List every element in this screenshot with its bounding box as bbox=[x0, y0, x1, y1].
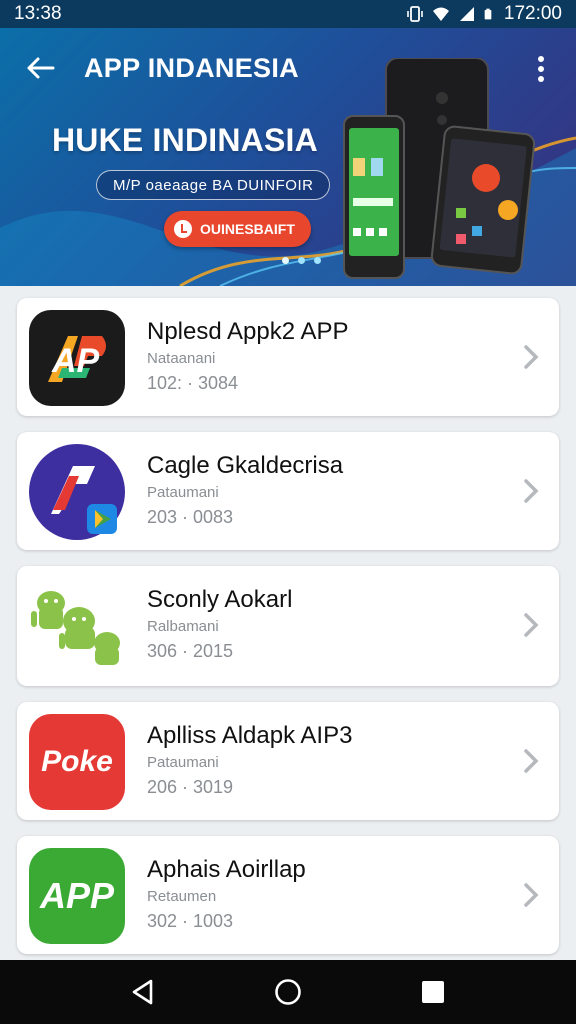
nav-recents-button[interactable] bbox=[408, 967, 458, 1017]
status-clock-right: 172:00 bbox=[503, 3, 562, 24]
page-title: APP INDANESIA bbox=[84, 52, 299, 83]
list-item-app[interactable]: Sconly Aokarl Ralbamani 306 · 2015 bbox=[17, 566, 559, 686]
vibrate-icon bbox=[407, 6, 423, 22]
svg-text:AP: AP bbox=[51, 342, 100, 380]
signal-icon bbox=[459, 7, 474, 21]
ap-logo-icon: AP bbox=[48, 336, 106, 382]
app-list: AP Nplesd Appk2 APP Nataanani 102: · 308… bbox=[0, 286, 576, 960]
app-meta: 306 · 2015 bbox=[147, 641, 234, 661]
chevron-right-icon[interactable] bbox=[517, 476, 545, 506]
back-button[interactable] bbox=[18, 46, 62, 90]
app-name: Aplliss Aldapk AIP3 bbox=[147, 722, 353, 749]
battery-icon bbox=[484, 8, 492, 20]
app-icon: APP bbox=[29, 848, 125, 944]
app-meta: 102: · 3084 bbox=[147, 373, 239, 393]
chevron-right-icon[interactable] bbox=[517, 746, 545, 776]
app-icon-label: APP bbox=[39, 875, 115, 916]
app-info: Nplesd Appk2 APP Nataanani 102: · 3084 bbox=[147, 318, 507, 394]
app-publisher: Retaumen bbox=[147, 888, 217, 905]
status-time: 13:38 bbox=[14, 3, 62, 24]
clock-icon bbox=[174, 220, 192, 238]
header-banner: APP INDANESIA HUKE INDINASIA M/P oaeaage… bbox=[0, 28, 576, 286]
app-meta: 302 · 1003 bbox=[147, 911, 234, 931]
status-bar: 13:38 172:00 bbox=[0, 0, 576, 28]
banner-subtitle: M/P oaeaage BA DUINFOIR bbox=[96, 170, 331, 200]
app-publisher: Ralbamani bbox=[147, 618, 219, 635]
app-icon bbox=[29, 578, 125, 674]
app-icon bbox=[29, 444, 125, 540]
system-nav-bar bbox=[0, 960, 576, 1024]
carousel-dots[interactable] bbox=[282, 257, 321, 264]
chevron-right-icon[interactable] bbox=[517, 880, 545, 910]
chevron-right-icon[interactable] bbox=[517, 610, 545, 640]
a-logo-icon bbox=[31, 446, 123, 538]
app-info: Cagle Gkaldecrisa Pataumani 203 · 0083 bbox=[147, 452, 507, 528]
app-meta: 203 · 0083 bbox=[147, 507, 234, 527]
app-icon: Poke bbox=[29, 714, 125, 810]
banner-cta-label: OUINESBAIFT bbox=[200, 221, 295, 237]
app-publisher: Pataumani bbox=[147, 754, 219, 771]
list-item-app[interactable]: Cagle Gkaldecrisa Pataumani 203 · 0083 bbox=[17, 432, 559, 550]
app-info: Aplliss Aldapk AIP3 Pataumani 206 · 3019 bbox=[147, 722, 507, 798]
app-info: Aphais Aoirllap Retaumen 302 · 1003 bbox=[147, 856, 507, 932]
carousel-dot[interactable] bbox=[314, 257, 321, 264]
app-name: Sconly Aokarl bbox=[147, 586, 293, 613]
carousel-dot[interactable] bbox=[298, 257, 305, 264]
nav-home-button[interactable] bbox=[263, 967, 313, 1017]
app-publisher: Pataumani bbox=[147, 484, 219, 501]
nav-back-button[interactable] bbox=[118, 967, 168, 1017]
list-item-app[interactable]: APP Aphais Aoirllap Retaumen 302 · 1003 bbox=[17, 836, 559, 954]
square-recents-icon bbox=[422, 981, 445, 1003]
android-robot-icon bbox=[31, 591, 120, 665]
app-name: Aphais Aoirllap bbox=[147, 856, 306, 883]
circle-home-icon bbox=[275, 979, 301, 1005]
arrow-left-icon bbox=[27, 57, 55, 79]
banner-title: HUKE INDINASIA bbox=[52, 122, 318, 158]
app-name: Cagle Gkaldecrisa bbox=[147, 452, 344, 479]
wifi-icon bbox=[432, 7, 449, 21]
app-name: Nplesd Appk2 APP bbox=[147, 318, 349, 345]
app-publisher: Nataanani bbox=[147, 350, 216, 367]
status-icons: 172:00 bbox=[406, 3, 562, 25]
carousel-dot[interactable] bbox=[282, 257, 289, 264]
app-info: Sconly Aokarl Ralbamani 306 · 2015 bbox=[147, 586, 507, 662]
triangle-back-icon bbox=[132, 979, 152, 1005]
app-meta: 206 · 3019 bbox=[147, 777, 234, 797]
phones-illustration bbox=[343, 58, 536, 279]
chevron-right-icon[interactable] bbox=[517, 342, 545, 372]
list-item-app[interactable]: Poke Aplliss Aldapk AIP3 Pataumani 206 ·… bbox=[17, 702, 559, 820]
banner-cta-button[interactable]: OUINESBAIFT bbox=[164, 211, 311, 247]
app-icon: AP bbox=[29, 310, 125, 406]
list-item-app[interactable]: AP Nplesd Appk2 APP Nataanani 102: · 308… bbox=[17, 298, 559, 416]
more-vertical-icon bbox=[538, 56, 544, 62]
app-icon-label: Poke bbox=[41, 745, 113, 778]
